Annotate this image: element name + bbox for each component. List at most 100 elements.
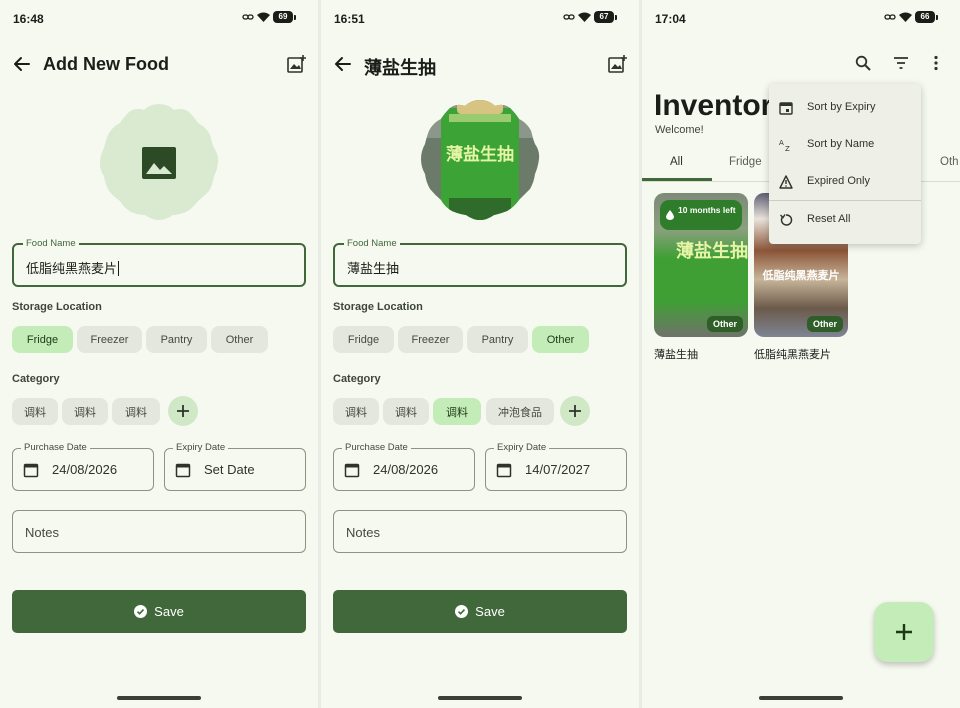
- expiry-date-field[interactable]: Expiry Date 14/07/2027: [485, 442, 627, 491]
- category-chip[interactable]: 冲泡食品: [486, 398, 554, 425]
- notes-placeholder: Notes: [25, 525, 59, 540]
- menu-item-expired-only[interactable]: Expired Only: [769, 163, 921, 200]
- calendar-icon: [23, 463, 39, 478]
- calendar-icon: [344, 463, 360, 478]
- status-bar: 16:48 69: [0, 0, 318, 36]
- welcome-text: Welcome!: [655, 124, 704, 136]
- photo-text: 薄盐生抽: [446, 144, 514, 165]
- image-icon: [142, 147, 176, 179]
- status-time: 16:48: [13, 12, 44, 26]
- link-icon: [563, 14, 575, 20]
- storage-chip-other[interactable]: Other: [532, 326, 589, 353]
- category-chip-selected[interactable]: 调料: [433, 398, 481, 425]
- storage-chip-freezer[interactable]: Freezer: [77, 326, 142, 353]
- check-circle-icon: [134, 605, 148, 618]
- expiry-date-value: 14/07/2027: [525, 462, 591, 477]
- expiry-badge-text: 10 months left: [678, 205, 736, 215]
- storage-chip-freezer[interactable]: Freezer: [398, 326, 463, 353]
- purchase-date-field[interactable]: Purchase Date 24/08/2026: [12, 442, 154, 491]
- add-photo-icon[interactable]: [286, 54, 306, 74]
- battery-level: 66: [915, 11, 935, 23]
- add-category-button[interactable]: [560, 396, 590, 426]
- calendar-icon: [175, 463, 191, 478]
- warning-icon: [779, 175, 793, 189]
- filter-icon[interactable]: [893, 56, 909, 70]
- tab-fridge[interactable]: Fridge: [729, 156, 762, 168]
- storage-chip-pantry[interactable]: Pantry: [146, 326, 207, 353]
- add-food-fab[interactable]: [874, 602, 934, 662]
- battery-level: 67: [594, 11, 614, 23]
- category-heading: Category: [12, 373, 60, 385]
- home-indicator[interactable]: [759, 696, 843, 700]
- add-food-screen: 16:48 69 Add New Food Food Name 低脂纯黑燕麦片 …: [0, 0, 318, 708]
- category-chip[interactable]: 调料: [333, 398, 379, 425]
- food-name-field[interactable]: Food Name 低脂纯黑燕麦片: [12, 238, 306, 287]
- location-badge: Other: [706, 316, 743, 332]
- home-indicator[interactable]: [117, 696, 201, 700]
- expiry-date-label: Expiry Date: [173, 442, 229, 453]
- status-time: 17:04: [655, 12, 686, 26]
- food-card[interactable]: 薄盐生抽 10 months left Other: [654, 193, 748, 337]
- page-title: Add New Food: [43, 54, 169, 74]
- storage-chip-pantry[interactable]: Pantry: [467, 326, 528, 353]
- battery-level: 69: [273, 11, 293, 23]
- category-chip[interactable]: 调料: [12, 398, 58, 425]
- save-button[interactable]: Save: [12, 590, 306, 633]
- plus-icon: [896, 624, 912, 640]
- purchase-date-label: Purchase Date: [342, 442, 411, 453]
- inventory-screen: 17:04 66 Inventory Welcome! All Fridge O…: [642, 0, 960, 708]
- notes-field[interactable]: Notes: [12, 510, 306, 553]
- wifi-icon: [899, 12, 912, 22]
- svg-text:A: A: [779, 139, 784, 147]
- storage-location-heading: Storage Location: [333, 301, 423, 313]
- menu-item-sort-name[interactable]: AZ Sort by Name: [769, 126, 921, 163]
- notes-field[interactable]: Notes: [333, 510, 627, 553]
- save-label: Save: [475, 604, 505, 619]
- notes-placeholder: Notes: [346, 525, 380, 540]
- food-name-value: 低脂纯黑燕麦片: [26, 261, 118, 276]
- page-title: 薄盐生抽: [364, 58, 436, 78]
- location-badge: Other: [806, 316, 843, 332]
- back-arrow-icon[interactable]: [333, 54, 353, 74]
- purchase-date-value: 24/08/2026: [373, 462, 439, 477]
- tab-other[interactable]: Oth: [940, 156, 959, 168]
- category-heading: Category: [333, 373, 381, 385]
- storage-location-heading: Storage Location: [12, 301, 102, 313]
- expiry-badge: 10 months left: [660, 200, 742, 230]
- calendar-icon: [779, 102, 793, 115]
- storage-chip-other[interactable]: Other: [211, 326, 268, 353]
- expiry-date-value: Set Date: [204, 462, 255, 477]
- food-name-value: 薄盐生抽: [347, 261, 400, 276]
- storage-chip-fridge[interactable]: Fridge: [12, 326, 73, 353]
- category-chip[interactable]: 调料: [383, 398, 429, 425]
- expiry-date-field[interactable]: Expiry Date Set Date: [164, 442, 306, 491]
- more-vert-icon[interactable]: [933, 55, 939, 71]
- menu-item-label: Reset All: [807, 213, 851, 225]
- status-bar: 16:51 67: [321, 0, 639, 36]
- menu-item-label: Sort by Name: [807, 138, 875, 150]
- image-placeholder[interactable]: [98, 102, 220, 222]
- search-icon[interactable]: [855, 55, 871, 71]
- purchase-date-field[interactable]: Purchase Date 24/08/2026: [333, 442, 475, 491]
- svg-text:Z: Z: [785, 145, 790, 152]
- sort-menu: Sort by Expiry AZ Sort by Name Expired O…: [769, 84, 921, 244]
- storage-chip-fridge[interactable]: Fridge: [333, 326, 394, 353]
- add-photo-icon[interactable]: [607, 54, 627, 74]
- add-category-button[interactable]: [168, 396, 198, 426]
- edit-food-screen: 16:51 67 薄盐生抽 薄盐生抽 Food Name 薄盐生抽 Storag…: [321, 0, 639, 708]
- save-button[interactable]: Save: [333, 590, 627, 633]
- menu-item-reset-all[interactable]: Reset All: [769, 201, 921, 238]
- food-card-name: 低脂纯黑燕麦片: [754, 349, 831, 361]
- link-icon: [884, 14, 896, 20]
- category-chip[interactable]: 调料: [62, 398, 108, 425]
- tab-all[interactable]: All: [670, 156, 683, 168]
- food-photo[interactable]: 薄盐生抽: [419, 98, 541, 222]
- category-chip[interactable]: 调料: [112, 398, 160, 425]
- food-name-label: Food Name: [23, 238, 79, 249]
- wifi-icon: [578, 12, 591, 22]
- home-indicator[interactable]: [438, 696, 522, 700]
- back-arrow-icon[interactable]: [12, 54, 32, 74]
- water-drop-icon: [666, 210, 674, 220]
- menu-item-sort-expiry[interactable]: Sort by Expiry: [769, 89, 921, 126]
- food-name-field[interactable]: Food Name 薄盐生抽: [333, 238, 627, 287]
